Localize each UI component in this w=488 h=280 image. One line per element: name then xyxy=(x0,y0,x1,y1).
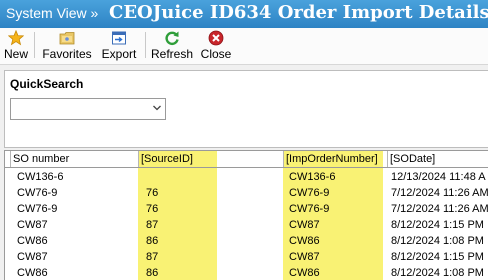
cell-so-number: CW86 xyxy=(17,267,48,279)
export-icon xyxy=(112,31,126,45)
cell-so-number: CW136-6 xyxy=(17,171,64,183)
quicksearch-dropdown[interactable] xyxy=(10,98,166,120)
new-button[interactable]: New xyxy=(2,29,30,63)
favorites-button[interactable]: Favorites xyxy=(40,29,94,63)
page-title: CEOJuice ID634 Order Import Details xyxy=(109,2,488,23)
cell-so-number: CW87 xyxy=(17,251,48,263)
refresh-label: Refresh xyxy=(150,47,194,61)
table-row[interactable]: CW87 87 CW87 8/12/2024 1:15 PM xyxy=(5,217,488,233)
cell-imp-order-number: CW86 xyxy=(289,235,320,247)
cell-so-number: CW87 xyxy=(17,219,48,231)
close-icon xyxy=(208,30,224,46)
table-row[interactable]: CW136-6 CW136-6 12/13/2024 11:48 A xyxy=(5,169,488,185)
close-label: Close xyxy=(200,47,232,61)
cell-imp-order-number: CW87 xyxy=(289,219,320,231)
new-label: New xyxy=(3,47,28,61)
close-button[interactable]: Close xyxy=(198,29,234,63)
cell-imp-order-number: CW87 xyxy=(289,251,320,263)
export-label: Export xyxy=(101,47,137,61)
breadcrumb[interactable]: System View » xyxy=(6,5,98,21)
title-bar: System View » CEOJuice ID634 Order Impor… xyxy=(0,0,488,28)
chevron-down-icon xyxy=(153,105,161,111)
cell-so-number: CW76-9 xyxy=(17,187,58,199)
quicksearch-label: QuickSearch xyxy=(10,77,84,91)
cell-sodate: 8/12/2024 1:15 PM xyxy=(391,219,484,231)
table-row[interactable]: CW76-9 76 CW76-9 7/12/2024 11:26 AM xyxy=(5,201,488,217)
table-row[interactable]: CW76-9 76 CW76-9 7/12/2024 11:26 AM xyxy=(5,185,488,201)
column-header-so-number[interactable]: SO number xyxy=(10,151,137,167)
cell-sodate: 8/12/2024 1:15 PM xyxy=(391,251,484,263)
cell-imp-order-number: CW86 xyxy=(289,267,320,279)
toolbar-separator xyxy=(34,32,35,58)
cell-imp-order-number: CW76-9 xyxy=(289,187,330,199)
refresh-button[interactable]: Refresh xyxy=(150,29,194,63)
cell-imp-order-number: CW76-9 xyxy=(289,203,330,215)
favorites-label: Favorites xyxy=(42,47,92,61)
export-button[interactable]: Export xyxy=(98,29,140,63)
cell-sodate: 8/12/2024 1:08 PM xyxy=(391,235,484,247)
star-icon xyxy=(8,30,24,46)
column-header-sodate[interactable]: [SODate] xyxy=(387,151,488,167)
cell-sourceid: 87 xyxy=(146,251,159,263)
cell-so-number: CW76-9 xyxy=(17,203,58,215)
cell-sodate: 7/12/2024 11:26 AM xyxy=(391,203,488,215)
cell-sourceid: 86 xyxy=(146,267,159,279)
quicksearch-panel: QuickSearch xyxy=(4,70,488,148)
cell-sodate: 12/13/2024 11:48 A xyxy=(391,171,486,183)
results-grid[interactable]: SO number [SourceID] [ImpOrderNumber] [S… xyxy=(4,150,488,280)
grid-header: SO number [SourceID] [ImpOrderNumber] [S… xyxy=(5,151,488,168)
favorites-folder-icon xyxy=(59,32,75,45)
cell-imp-order-number: CW136-6 xyxy=(289,171,336,183)
cell-sourceid: 87 xyxy=(146,219,159,231)
cell-sourceid: 86 xyxy=(146,235,159,247)
table-row[interactable]: CW87 87 CW87 8/12/2024 1:15 PM xyxy=(5,249,488,265)
column-header-imp-order-number[interactable]: [ImpOrderNumber] xyxy=(283,151,386,167)
cell-sodate: 8/12/2024 1:08 PM xyxy=(391,267,484,279)
cell-sodate: 7/12/2024 11:26 AM xyxy=(391,187,488,199)
cell-sourceid: 76 xyxy=(146,203,159,215)
toolbar-separator xyxy=(145,32,146,58)
column-header-sourceid[interactable]: [SourceID] xyxy=(138,151,281,167)
refresh-icon xyxy=(165,31,179,46)
table-row[interactable]: CW86 86 CW86 8/12/2024 1:08 PM xyxy=(5,233,488,249)
cell-sourceid: 76 xyxy=(146,187,159,199)
toolbar: New Favorites Export Refresh Close xyxy=(0,28,488,65)
cell-so-number: CW86 xyxy=(17,235,48,247)
table-row[interactable]: CW86 86 CW86 8/12/2024 1:08 PM xyxy=(5,265,488,280)
